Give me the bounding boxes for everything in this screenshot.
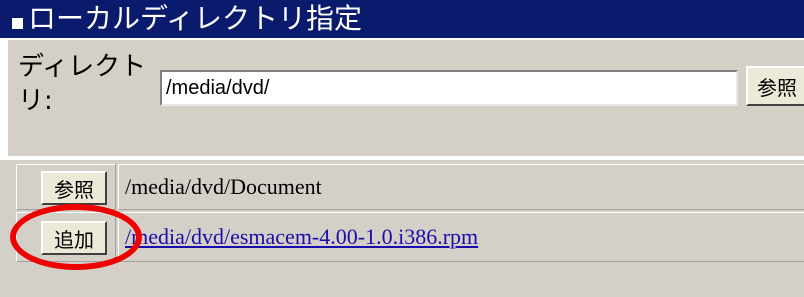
button-cell: 追加 bbox=[16, 212, 116, 262]
button-cell: 参照 bbox=[16, 164, 116, 210]
directory-input[interactable] bbox=[160, 70, 738, 106]
add-file-button[interactable]: 追加 bbox=[41, 221, 107, 255]
local-directory-panel: ローカルディレクトリ指定 ディレクトリ: 参照 参照 /media/dvd/Do… bbox=[0, 0, 804, 297]
bullet-square-icon bbox=[12, 17, 23, 29]
panel-title: ローカルディレクトリ指定 bbox=[28, 2, 363, 35]
folder-path: /media/dvd/Document bbox=[118, 164, 804, 210]
list-item: 追加 /media/dvd/esmacem-4.00-1.0.i386.rpm bbox=[10, 212, 804, 262]
file-list: 参照 /media/dvd/Document 追加 /media/dvd/esm… bbox=[0, 160, 804, 297]
file-link[interactable]: /media/dvd/esmacem-4.00-1.0.i386.rpm bbox=[125, 224, 478, 250]
file-path-cell: /media/dvd/esmacem-4.00-1.0.i386.rpm bbox=[118, 212, 804, 262]
list-item: 参照 /media/dvd/Document bbox=[10, 164, 804, 210]
browse-button[interactable]: 参照 bbox=[746, 66, 804, 106]
directory-row: ディレクトリ: 参照 bbox=[0, 40, 804, 156]
directory-label: ディレクトリ: bbox=[18, 52, 147, 116]
title-bar: ローカルディレクトリ指定 bbox=[0, 0, 804, 40]
browse-folder-button[interactable]: 参照 bbox=[41, 171, 107, 205]
